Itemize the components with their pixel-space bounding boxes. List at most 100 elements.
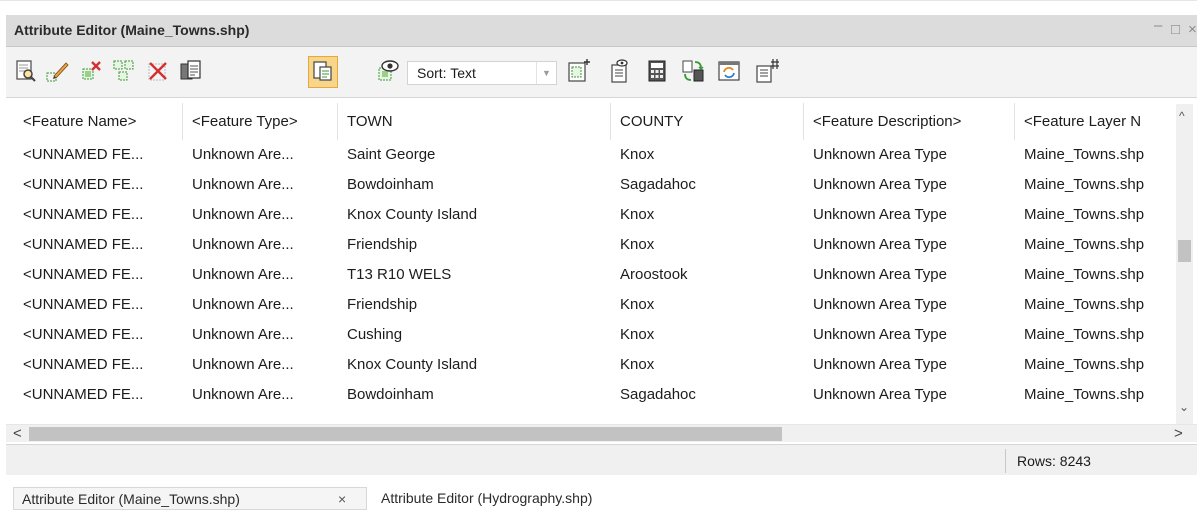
sort-dropdown[interactable]: Sort: Text ▼: [407, 61, 557, 85]
cell-feature-description[interactable]: Unknown Area Type: [804, 141, 1015, 171]
cell-town[interactable]: Knox County Island: [338, 201, 611, 231]
cell-feature-layer[interactable]: Maine_Towns.shp: [1015, 231, 1184, 261]
cell-town[interactable]: Saint George: [338, 141, 611, 171]
cell-feature-layer[interactable]: Maine_Towns.shp: [1015, 201, 1184, 231]
table-row[interactable]: <UNNAMED FE... Unknown Are... Bowdoinham Sa…: [14, 171, 1184, 201]
cell-county[interactable]: Knox: [611, 351, 804, 381]
cell-county[interactable]: Knox: [611, 201, 804, 231]
cell-county[interactable]: Sagadahoc: [611, 381, 804, 411]
cell-feature-layer[interactable]: Maine_Towns.shp: [1015, 321, 1184, 351]
maximize-button[interactable]: □: [1171, 21, 1180, 38]
select-features-button[interactable]: [109, 56, 139, 88]
cell-county[interactable]: Sagadahoc: [611, 171, 804, 201]
calculator-button[interactable]: [642, 56, 672, 88]
cell-feature-type[interactable]: Unknown Are...: [183, 171, 338, 201]
delete-selected-button[interactable]: [77, 56, 107, 88]
column-header-feature-type[interactable]: <Feature Type>: [183, 103, 338, 140]
horizontal-scrollbar[interactable]: < >: [6, 424, 1197, 442]
cell-feature-type[interactable]: Unknown Are...: [183, 231, 338, 261]
cell-feature-layer[interactable]: Maine_Towns.shp: [1015, 141, 1184, 171]
close-button[interactable]: ×: [1188, 21, 1197, 38]
column-properties-button[interactable]: [605, 56, 635, 88]
cell-feature-type[interactable]: Unknown Are...: [183, 321, 338, 351]
cell-town[interactable]: Bowdoinham: [338, 171, 611, 201]
cell-feature-name[interactable]: <UNNAMED FE...: [14, 321, 183, 351]
scroll-right-icon[interactable]: >: [1174, 425, 1183, 442]
cell-feature-type[interactable]: Unknown Are...: [183, 261, 338, 291]
cell-feature-name[interactable]: <UNNAMED FE...: [14, 141, 183, 171]
table-row[interactable]: <UNNAMED FE... Unknown Are... Knox County …: [14, 351, 1184, 381]
vertical-scrollbar[interactable]: ^ ⌄: [1176, 104, 1193, 424]
tab-maine-towns[interactable]: Attribute Editor (Maine_Towns.shp) ×: [13, 487, 367, 510]
cell-feature-layer[interactable]: Maine_Towns.shp: [1015, 351, 1184, 381]
table-row[interactable]: <UNNAMED FE... Unknown Are... Saint George…: [14, 141, 1184, 171]
column-settings-button[interactable]: [752, 56, 782, 88]
column-header-feature-name[interactable]: <Feature Name>: [14, 103, 183, 140]
delete-button[interactable]: [143, 56, 173, 88]
cell-feature-layer[interactable]: Maine_Towns.shp: [1015, 171, 1184, 201]
cell-feature-type[interactable]: Unknown Are...: [183, 381, 338, 411]
column-header-feature-description[interactable]: <Feature Description>: [804, 103, 1015, 140]
table-row[interactable]: <UNNAMED FE... Unknown Are... Cushing Knox U…: [14, 321, 1184, 351]
column-header-county[interactable]: COUNTY: [611, 103, 804, 140]
cell-county[interactable]: Aroostook: [611, 261, 804, 291]
cell-feature-description[interactable]: Unknown Area Type: [804, 351, 1015, 381]
paste-button[interactable]: [308, 56, 338, 88]
cell-county[interactable]: Knox: [611, 231, 804, 261]
cell-feature-name[interactable]: <UNNAMED FE...: [14, 291, 183, 321]
scroll-down-icon[interactable]: ⌄: [1179, 400, 1189, 414]
vertical-scroll-thumb[interactable]: [1178, 240, 1191, 262]
chevron-down-icon[interactable]: ▼: [536, 62, 556, 84]
edit-button[interactable]: [43, 56, 73, 88]
cell-feature-description[interactable]: Unknown Area Type: [804, 171, 1015, 201]
table-row[interactable]: <UNNAMED FE... Unknown Are... Friendship Kn…: [14, 231, 1184, 261]
cell-feature-name[interactable]: <UNNAMED FE...: [14, 381, 183, 411]
table-row[interactable]: <UNNAMED FE... Unknown Are... Bowdoinham Sa…: [14, 381, 1184, 411]
minimize-button[interactable]: –: [1154, 17, 1162, 34]
cell-feature-name[interactable]: <UNNAMED FE...: [14, 171, 183, 201]
cell-feature-description[interactable]: Unknown Area Type: [804, 231, 1015, 261]
cell-feature-layer[interactable]: Maine_Towns.shp: [1015, 381, 1184, 411]
cell-feature-description[interactable]: Unknown Area Type: [804, 291, 1015, 321]
cell-feature-description[interactable]: Unknown Area Type: [804, 381, 1015, 411]
cell-county[interactable]: Knox: [611, 141, 804, 171]
scroll-left-icon[interactable]: <: [13, 425, 22, 442]
cell-county[interactable]: Knox: [611, 321, 804, 351]
cell-feature-type[interactable]: Unknown Are...: [183, 291, 338, 321]
column-header-town[interactable]: TOWN: [338, 103, 611, 140]
column-header-feature-layer[interactable]: <Feature Layer N: [1015, 103, 1184, 140]
cell-town[interactable]: Friendship: [338, 231, 611, 261]
cell-town[interactable]: Knox County Island: [338, 351, 611, 381]
copy-button[interactable]: [176, 56, 206, 88]
cell-town[interactable]: T13 R10 WELS: [338, 261, 611, 291]
cell-feature-name[interactable]: <UNNAMED FE...: [14, 231, 183, 261]
cell-feature-layer[interactable]: Maine_Towns.shp: [1015, 261, 1184, 291]
cell-town[interactable]: Friendship: [338, 291, 611, 321]
add-column-button[interactable]: [564, 56, 594, 88]
cell-feature-description[interactable]: Unknown Area Type: [804, 201, 1015, 231]
cell-town[interactable]: Cushing: [338, 321, 611, 351]
table-row[interactable]: <UNNAMED FE... Unknown Are... Knox County …: [14, 201, 1184, 231]
close-icon[interactable]: ×: [338, 488, 346, 510]
table-row[interactable]: <UNNAMED FE... Unknown Are... T13 R10 WELS…: [14, 261, 1184, 291]
swap-button[interactable]: [678, 56, 708, 88]
cell-town[interactable]: Bowdoinham: [338, 381, 611, 411]
refresh-button[interactable]: [714, 56, 744, 88]
cell-feature-description[interactable]: Unknown Area Type: [804, 261, 1015, 291]
horizontal-scroll-thumb[interactable]: [29, 427, 782, 441]
view-feature-button[interactable]: [373, 56, 403, 88]
cell-feature-type[interactable]: Unknown Are...: [183, 141, 338, 171]
table-row[interactable]: <UNNAMED FE... Unknown Are... Friendship Kn…: [14, 291, 1184, 321]
calculator-icon: [644, 58, 670, 87]
cell-feature-name[interactable]: <UNNAMED FE...: [14, 261, 183, 291]
cell-feature-name[interactable]: <UNNAMED FE...: [14, 351, 183, 381]
cell-feature-name[interactable]: <UNNAMED FE...: [14, 201, 183, 231]
cell-feature-description[interactable]: Unknown Area Type: [804, 321, 1015, 351]
cell-feature-layer[interactable]: Maine_Towns.shp: [1015, 291, 1184, 321]
cell-feature-type[interactable]: Unknown Are...: [183, 201, 338, 231]
tab-hydrography[interactable]: Attribute Editor (Hydrography.shp): [375, 487, 592, 510]
query-button[interactable]: [11, 56, 41, 88]
cell-county[interactable]: Knox: [611, 291, 804, 321]
cell-feature-type[interactable]: Unknown Are...: [183, 351, 338, 381]
scroll-up-icon[interactable]: ^: [1179, 109, 1185, 123]
